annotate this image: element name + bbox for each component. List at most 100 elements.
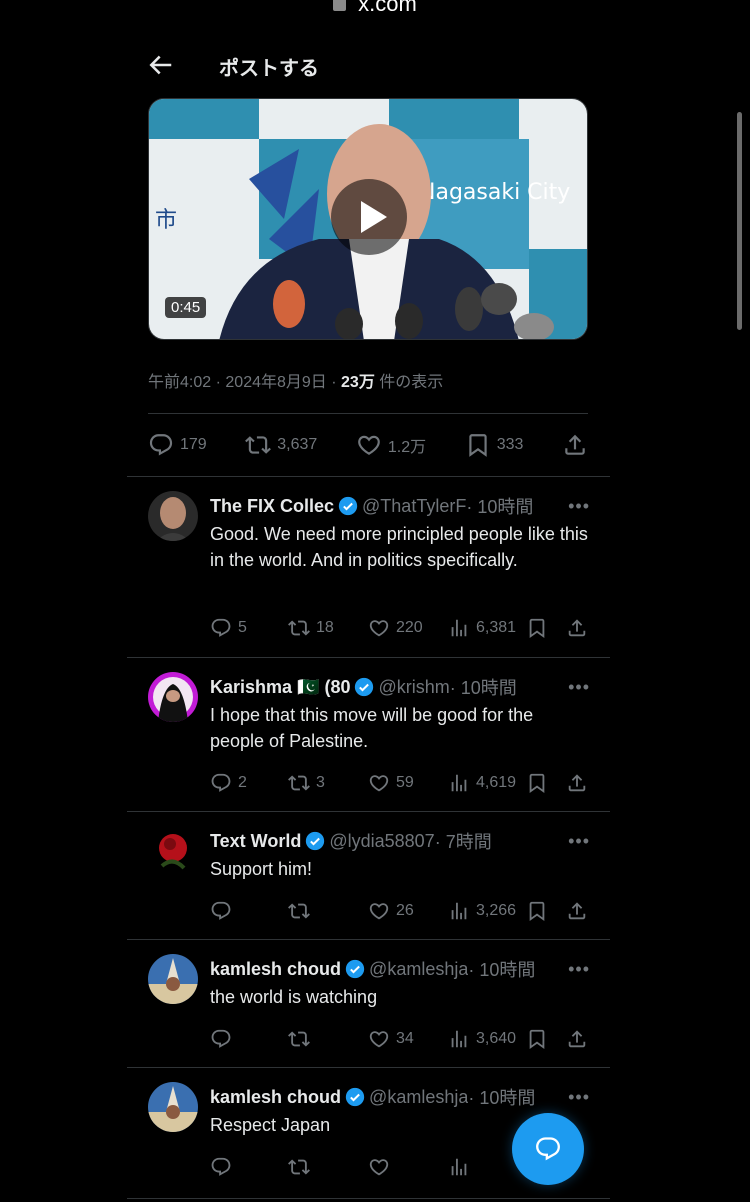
display-name[interactable]: Text World xyxy=(210,831,301,852)
like-button[interactable]: 59 xyxy=(368,772,414,794)
reply-button[interactable] xyxy=(210,1028,238,1050)
bookmark-button[interactable] xyxy=(526,1028,548,1050)
reply-count: 5 xyxy=(238,619,247,636)
like-count: 220 xyxy=(396,619,423,636)
top-bar: ポストする xyxy=(127,32,610,98)
like-button[interactable] xyxy=(368,1156,396,1178)
avatar[interactable] xyxy=(148,826,198,876)
reply-tweet[interactable]: The FIX Collec @ThatTylerF · 10時間 ••• Go… xyxy=(127,477,610,657)
bookmark-button[interactable] xyxy=(526,772,548,794)
video-player[interactable]: Nagasaki City 市 0:45 xyxy=(148,98,588,340)
bookmark-button[interactable]: 333 xyxy=(465,432,524,458)
play-button-icon[interactable] xyxy=(331,179,407,255)
share-button[interactable] xyxy=(562,432,588,458)
repost-button[interactable] xyxy=(288,1028,316,1050)
repost-icon xyxy=(288,620,310,636)
reply-text: Good. We need more principled people lik… xyxy=(210,524,588,570)
page-title: ポストする xyxy=(219,58,319,80)
analytics-icon xyxy=(451,774,467,792)
avatar[interactable] xyxy=(148,1082,198,1132)
repost-button[interactable]: 3 xyxy=(288,772,325,794)
display-name[interactable]: kamlesh choud xyxy=(210,1087,341,1108)
display-name[interactable]: The FIX Collec xyxy=(210,496,334,517)
heart-icon xyxy=(369,775,389,792)
reply-button[interactable]: 2 xyxy=(210,772,247,794)
more-options-icon[interactable]: ••• xyxy=(568,959,590,980)
share-button[interactable] xyxy=(566,772,588,794)
reply-tweet[interactable]: kamlesh choud @kamleshja · 10時間 ••• the … xyxy=(127,940,610,1067)
reply-button[interactable] xyxy=(210,1156,238,1178)
post-time[interactable]: 午前4:02 xyxy=(148,374,211,391)
repost-button[interactable] xyxy=(288,900,316,922)
share-button[interactable] xyxy=(566,1028,588,1050)
reply-time[interactable]: · 10時間 xyxy=(468,956,535,982)
reply-time[interactable]: · 10時間 xyxy=(450,674,517,700)
more-options-icon[interactable]: ••• xyxy=(568,831,590,852)
reply-action-bar: 34 3,640 xyxy=(210,1028,590,1054)
compose-reply-button[interactable] xyxy=(512,1113,584,1185)
reply-icon xyxy=(211,901,231,920)
views-button[interactable]: 3,266 xyxy=(448,900,516,922)
share-button[interactable] xyxy=(566,617,588,639)
repost-button[interactable]: 18 xyxy=(288,617,334,639)
more-options-icon[interactable]: ••• xyxy=(568,496,590,517)
avatar[interactable] xyxy=(148,491,198,541)
user-handle[interactable]: @kamleshja xyxy=(369,959,468,980)
like-button[interactable]: 26 xyxy=(368,900,414,922)
views-button[interactable] xyxy=(448,1156,476,1178)
verified-badge-icon xyxy=(338,496,358,516)
avatar[interactable] xyxy=(148,954,198,1004)
reply-tweet[interactable]: Text World @lydia58807 · 7時間 ••• Support… xyxy=(127,812,610,939)
browser-url-bar[interactable]: x.com xyxy=(0,0,750,16)
display-name[interactable]: Karishma 🇵🇰 (80 xyxy=(210,677,350,698)
view-count: 3,266 xyxy=(476,902,517,919)
reply-button[interactable] xyxy=(210,900,238,922)
like-button[interactable]: 1.2万 xyxy=(356,432,426,458)
reply-text: I hope that this move will be good for t… xyxy=(210,705,534,751)
reply-time[interactable]: · 7時間 xyxy=(435,828,492,854)
views-button[interactable]: 3,640 xyxy=(448,1028,516,1050)
like-button[interactable]: 220 xyxy=(368,617,423,639)
back-arrow-icon[interactable] xyxy=(145,50,175,80)
bookmark-count: 333 xyxy=(496,436,524,453)
bookmark-icon xyxy=(529,773,545,794)
verified-badge-icon xyxy=(345,1087,365,1107)
reply-time[interactable]: · 10時間 xyxy=(466,493,533,519)
views-button[interactable]: 6,381 xyxy=(448,617,516,639)
reply-button[interactable]: 179 xyxy=(148,432,207,458)
more-options-icon[interactable]: ••• xyxy=(568,1087,590,1108)
reply-icon xyxy=(211,618,231,637)
user-handle[interactable]: @lydia58807 xyxy=(329,831,434,852)
repost-button[interactable] xyxy=(288,1156,316,1178)
meta-separator: · xyxy=(215,374,221,391)
display-name[interactable]: kamlesh choud xyxy=(210,959,341,980)
reply-time[interactable]: · 10時間 xyxy=(468,1084,535,1110)
reply-count: 2 xyxy=(238,774,247,791)
bookmark-button[interactable] xyxy=(526,900,548,922)
more-options-icon[interactable]: ••• xyxy=(568,677,590,698)
repost-icon xyxy=(288,1159,310,1175)
analytics-icon xyxy=(451,902,467,920)
share-button[interactable] xyxy=(566,900,588,922)
views-button[interactable]: 4,619 xyxy=(448,772,516,794)
user-handle[interactable]: @krishm xyxy=(378,677,449,698)
avatar[interactable] xyxy=(148,672,198,722)
user-handle[interactable]: @kamleshja xyxy=(369,1087,468,1108)
verified-badge-icon xyxy=(345,959,365,979)
reply-button[interactable]: 5 xyxy=(210,617,247,639)
reply-action-bar: 26 3,266 xyxy=(210,900,590,926)
divider xyxy=(127,1198,610,1199)
reply-header: Text World @lydia58807 · 7時間 ••• xyxy=(210,828,590,854)
repost-count: 18 xyxy=(316,619,334,636)
repost-count: 3 xyxy=(316,774,325,791)
share-icon xyxy=(568,774,586,792)
analytics-icon xyxy=(451,1030,467,1048)
repost-button[interactable]: 3,637 xyxy=(245,432,317,458)
share-icon xyxy=(568,619,586,637)
user-handle[interactable]: @ThatTylerF xyxy=(362,496,466,517)
reply-tweet[interactable]: Karishma 🇵🇰 (80 @krishm · 10時間 ••• I hop… xyxy=(127,658,610,811)
bookmark-button[interactable] xyxy=(526,617,548,639)
page-scrollbar[interactable] xyxy=(737,112,742,330)
like-button[interactable]: 34 xyxy=(368,1028,414,1050)
post-date[interactable]: 2024年8月9日 xyxy=(225,374,326,391)
